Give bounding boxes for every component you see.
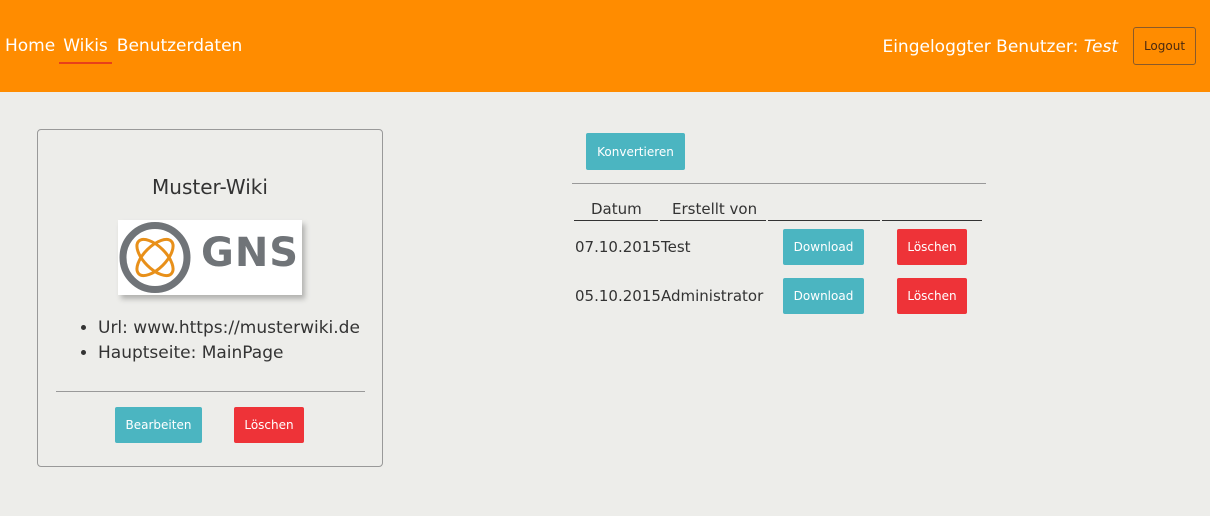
column-header-datum: Datum <box>591 200 642 218</box>
delete-conversion-button[interactable]: Löschen <box>897 278 967 314</box>
download-button[interactable]: Download <box>783 278 864 314</box>
top-navbar: Home Wikis Benutzerdaten Eingeloggter Be… <box>0 0 1210 92</box>
logged-in-user-label: Eingeloggter Benutzer: <box>882 37 1079 57</box>
wiki-title: Muster-Wiki <box>152 175 268 199</box>
delete-wiki-button[interactable]: Löschen <box>234 407 304 443</box>
column-header-erstellt-von: Erstellt von <box>672 200 758 218</box>
gns-atom-icon <box>119 222 191 293</box>
main-nav: Home Wikis Benutzerdaten <box>5 36 247 64</box>
section-divider <box>572 183 986 184</box>
nav-benutzerdaten-link[interactable]: Benutzerdaten <box>117 36 243 64</box>
row-date: 07.10.2015 <box>575 238 661 256</box>
wiki-card: Muster-Wiki GNS Url: www.https://musterw… <box>37 129 383 467</box>
logged-in-user-name: Test <box>1083 37 1118 57</box>
logo-wordmark: GNS <box>201 230 300 276</box>
wiki-url: Url: www.https://musterwiki.de <box>98 316 360 341</box>
header-underline <box>574 220 658 221</box>
wiki-details: Url: www.https://musterwiki.de Hauptseit… <box>76 316 360 366</box>
header-underline <box>882 220 982 221</box>
download-button[interactable]: Download <box>783 229 864 265</box>
row-creator: Administrator <box>661 287 764 305</box>
nav-wikis-link[interactable]: Wikis <box>59 36 112 64</box>
edit-wiki-button[interactable]: Bearbeiten <box>115 407 202 443</box>
header-underline <box>660 220 766 221</box>
row-date: 05.10.2015 <box>575 287 661 305</box>
delete-conversion-button[interactable]: Löschen <box>897 229 967 265</box>
convert-button[interactable]: Konvertieren <box>586 133 685 170</box>
logged-in-user: Eingeloggter Benutzer: Test <box>882 37 1118 57</box>
wiki-logo: GNS <box>118 220 302 295</box>
logout-button[interactable]: Logout <box>1133 27 1196 65</box>
row-creator: Test <box>661 238 691 256</box>
wiki-mainpage: Hauptseite: MainPage <box>98 341 360 366</box>
header-underline <box>768 220 880 221</box>
nav-home-link[interactable]: Home <box>5 36 55 64</box>
card-divider <box>56 391 365 392</box>
